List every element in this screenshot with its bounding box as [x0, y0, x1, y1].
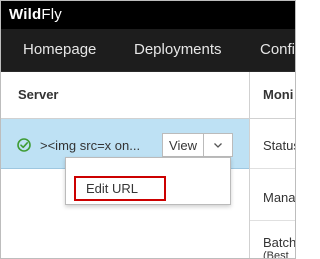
detail-item-batch[interactable]: Batch	[263, 235, 295, 250]
row-action-group: View	[162, 133, 233, 157]
dropdown-toggle-button[interactable]	[204, 133, 233, 157]
divider	[250, 220, 295, 221]
divider	[250, 168, 295, 169]
view-button[interactable]: View	[162, 133, 204, 157]
main-nav: Homepage Deployments Confi	[1, 29, 295, 72]
ok-circle-icon	[17, 138, 31, 152]
wildfly-logo[interactable]: WildFly	[9, 6, 62, 23]
server-column-title: Server	[18, 87, 59, 102]
brand-bold: Wild	[9, 6, 42, 23]
brand-bar: WildFly	[1, 1, 295, 29]
detail-item-status[interactable]: Status	[263, 138, 295, 153]
app-window: WildFly Homepage Deployments Confi Serve…	[0, 0, 296, 259]
detail-column-header: Moni	[250, 72, 295, 119]
detail-item-batch-sub: (Best	[263, 250, 289, 259]
nav-deployments[interactable]: Deployments	[134, 29, 222, 71]
brand-light: Fly	[41, 6, 62, 23]
detail-item-management[interactable]: Mana	[263, 190, 295, 205]
server-column-header: Server	[1, 72, 249, 119]
detail-column-title: Moni	[263, 87, 294, 102]
detail-column: Moni Status Mana Batch (Best	[250, 72, 295, 258]
chevron-down-icon	[214, 142, 222, 148]
nav-homepage[interactable]: Homepage	[23, 29, 96, 71]
nav-configuration[interactable]: Confi	[260, 29, 295, 71]
server-name: ><img src=x on...	[40, 138, 141, 153]
row-dropdown-menu: Edit URL	[65, 157, 231, 205]
edit-url-menu-item[interactable]: Edit URL	[74, 176, 166, 201]
